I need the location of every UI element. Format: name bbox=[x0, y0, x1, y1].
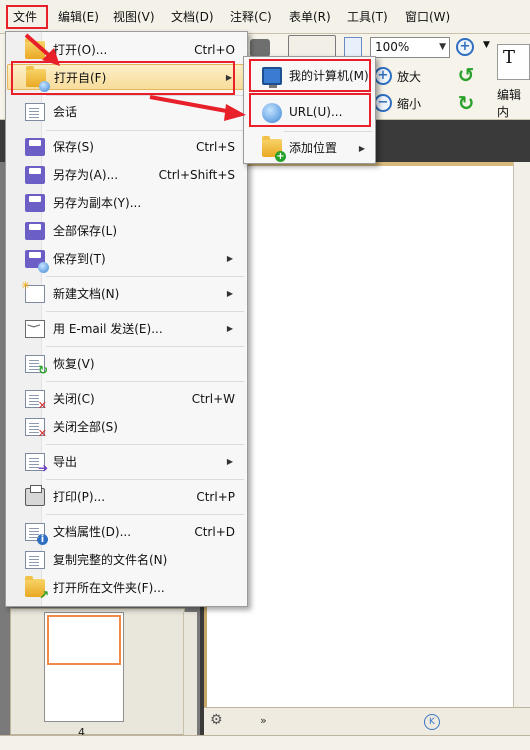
annotation-arrow-2 bbox=[149, 95, 233, 114]
annotation-arrowhead-2 bbox=[224, 104, 246, 121]
annotation-arrows bbox=[24, 33, 246, 121]
